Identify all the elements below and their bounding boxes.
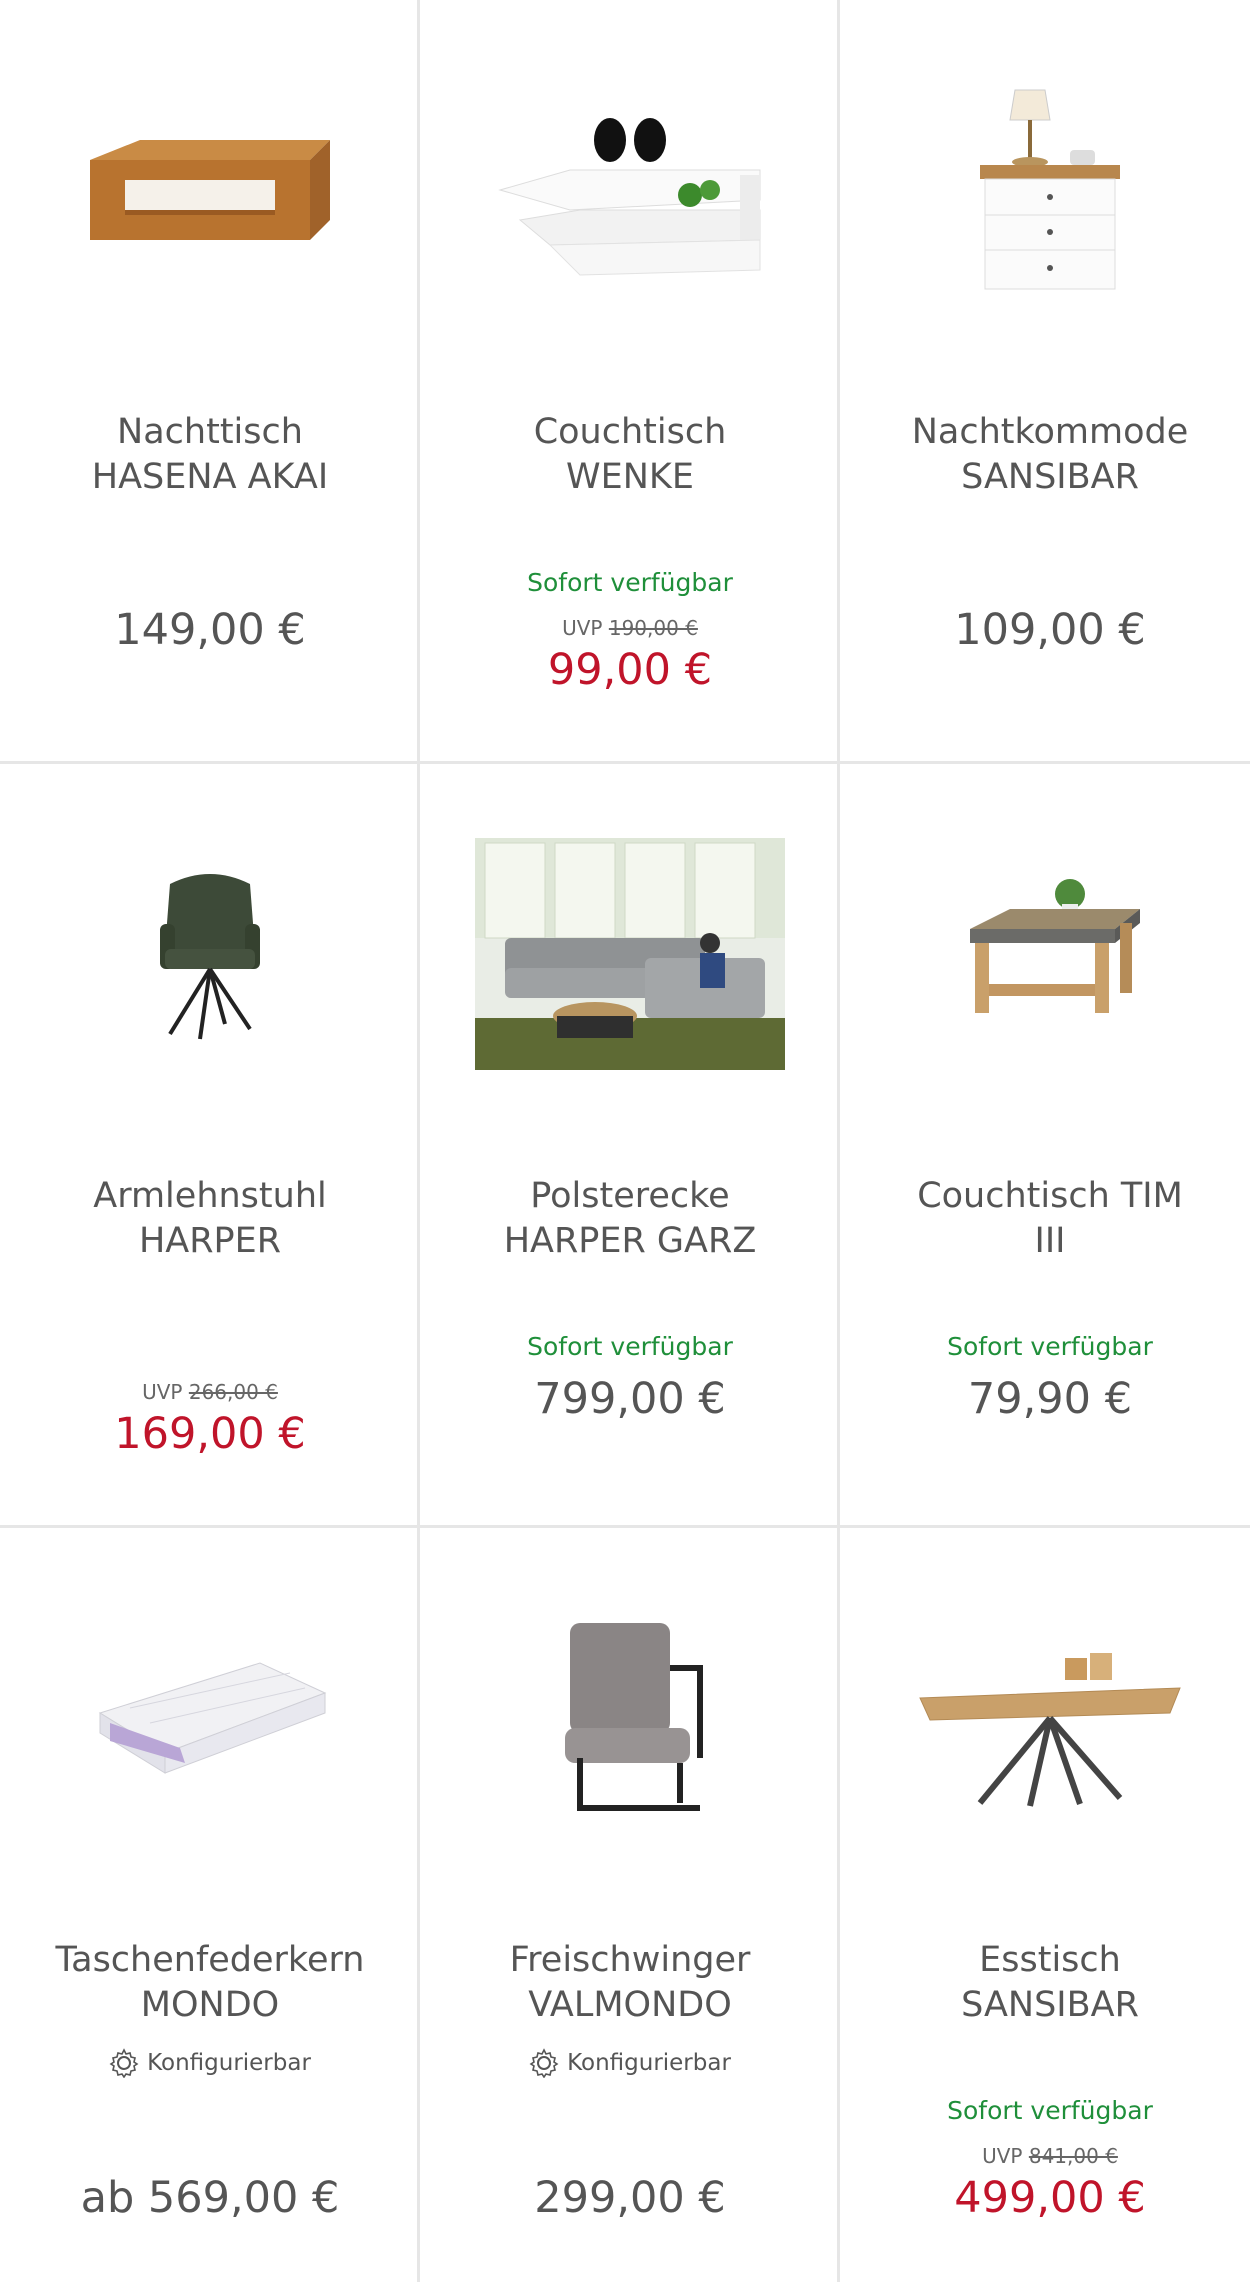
availability-label: Sofort verfügbar [527,568,733,597]
configurable-label[interactable]: Konfigurierbar [0,2048,420,2078]
dining-table-image [919,1653,1181,1807]
product-image[interactable] [860,804,1240,1104]
mattress-image [98,1662,327,1774]
product-name[interactable]: Taschenfederkern MONDO [20,1938,400,2028]
product-card[interactable]: Taschenfederkern MONDO Konfigurierbar ab … [0,1528,420,2290]
coffee-table-tim-image [970,879,1140,1013]
gear-icon [529,2048,559,2078]
configurable-label[interactable]: Konfigurierbar [420,2048,840,2078]
product-name[interactable]: Armlehnstuhl HARPER [20,1174,400,1264]
product-card[interactable]: Couchtisch TIM III Sofort verfügbar 79,90… [840,764,1250,1526]
product-name[interactable]: Nachttisch HASENA AKAI [20,410,400,500]
product-card[interactable]: Esstisch SANSIBAR Sofort verfügbar UVP 84… [840,1528,1250,2290]
product-card[interactable]: Polsterecke HARPER GARZ Sofort verfügbar … [420,764,840,1526]
armchair-image [160,874,260,1040]
wooden-nightstand-image [90,140,330,240]
product-image[interactable] [20,804,400,1104]
product-image[interactable] [440,804,820,1104]
product-name[interactable]: Esstisch SANSIBAR [860,1938,1240,2028]
uvp-label: UVP 266,00 € [142,1380,278,1404]
product-price: 799,00 € [534,1374,726,1424]
product-name[interactable]: Nachtkommode SANSIBAR [860,410,1240,500]
corner-sofa-image [475,838,785,1070]
product-name[interactable]: Couchtisch WENKE [440,410,820,500]
product-name[interactable]: Couchtisch TIM III [860,1174,1240,1264]
product-image[interactable] [20,1568,400,1868]
gear-icon [109,2048,139,2078]
product-image[interactable] [20,40,400,340]
product-price: ab 569,00 € [80,2173,340,2223]
product-price: 99,00 € [547,645,713,695]
product-name[interactable]: Freischwinger VALMONDO [440,1938,820,2028]
product-price: 499,00 € [954,2173,1146,2223]
availability-label: Sofort verfügbar [527,1332,733,1361]
product-image[interactable] [860,40,1240,340]
white-dresser-image [980,89,1120,290]
cantilever-chair-image [565,1623,703,1811]
availability-label: Sofort verfügbar [947,2096,1153,2125]
uvp-label: UVP 190,00 € [562,616,698,640]
uvp-old-price: 266,00 € [188,1380,278,1404]
white-coffee-table-image [498,118,761,276]
product-card[interactable]: Nachtkommode SANSIBAR 109,00 € [840,0,1250,762]
product-name[interactable]: Polsterecke HARPER GARZ [440,1174,820,1264]
product-image[interactable] [860,1568,1240,1868]
uvp-old-price: 841,00 € [1028,2144,1118,2168]
product-price: 149,00 € [114,605,306,655]
product-card[interactable]: Armlehnstuhl HARPER UVP 266,00 € 169,00 € [0,764,420,1526]
product-price: 299,00 € [534,2173,726,2223]
product-card[interactable]: Freischwinger VALMONDO Konfigurierbar 299… [420,1528,840,2290]
uvp-label: UVP 841,00 € [982,2144,1118,2168]
product-price: 79,90 € [967,1374,1133,1424]
product-price: 169,00 € [114,1409,306,1459]
product-grid: Nachttisch HASENA AKAI 149,00 € Couchtisc… [0,0,1250,2282]
product-image[interactable] [440,1568,820,1868]
product-image[interactable] [440,40,820,340]
product-price: 109,00 € [954,605,1146,655]
uvp-old-price: 190,00 € [608,616,698,640]
product-card[interactable]: Couchtisch WENKE Sofort verfügbar UVP 190… [420,0,840,762]
product-card[interactable]: Nachttisch HASENA AKAI 149,00 € [0,0,420,762]
availability-label: Sofort verfügbar [947,1332,1153,1361]
